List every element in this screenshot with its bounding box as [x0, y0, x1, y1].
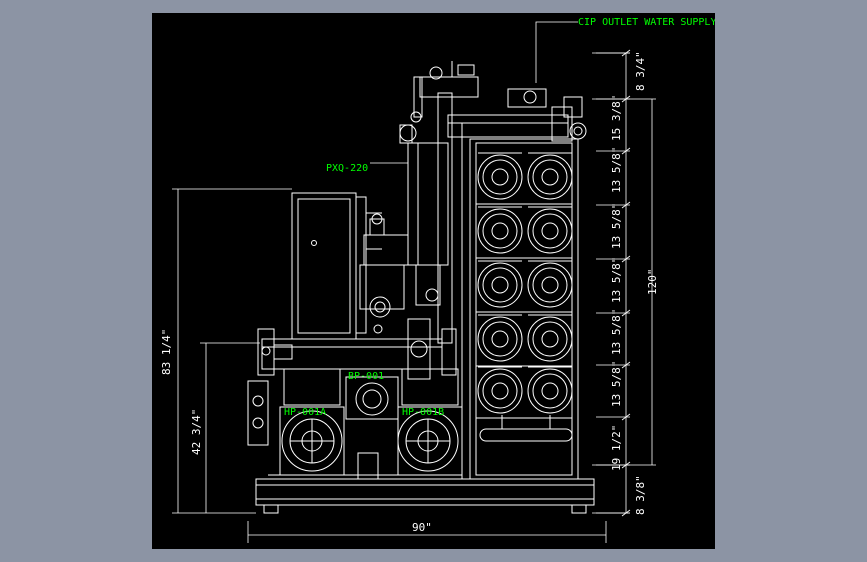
- membrane-vessel: [527, 206, 573, 254]
- dim-right-1: 15 3/8": [610, 95, 623, 141]
- discharge-header: [257, 318, 457, 380]
- dim-right-6: 13 5/8": [610, 361, 623, 407]
- hp-001a-label: HP-001A: [284, 407, 326, 418]
- dim-right-5: 13 5/8": [610, 309, 623, 355]
- ro-skid-elevation-drawing: CIP OUTLET WATER SUPPLY PXQ-220 HP-001A …: [160, 17, 715, 543]
- bottom-manifold: [479, 428, 573, 442]
- membrane-vessel: [527, 314, 573, 362]
- cip-outlet-label: CIP OUTLET WATER SUPPLY: [578, 17, 715, 28]
- membrane-rack: [461, 123, 579, 480]
- dim-right-0: 8 3/4": [634, 51, 647, 91]
- dim-left-upper: 83 1/4": [160, 329, 173, 375]
- membrane-vessel: [527, 260, 573, 308]
- membrane-vessels: [476, 152, 573, 419]
- pxq-220-label: PXQ-220: [326, 163, 368, 174]
- pxq-220-unit: [407, 142, 449, 266]
- pump-hp-001a: [247, 380, 345, 476]
- bp-001-label: BP-001: [348, 371, 384, 382]
- membrane-vessel: [527, 366, 573, 414]
- membrane-vessel: [477, 260, 523, 308]
- dim-right-8: 8 3/8": [634, 475, 647, 515]
- dim-right-4: 13 5/8": [610, 257, 623, 303]
- control-cabinet: [291, 192, 382, 340]
- dim-total-height: 120": [646, 269, 659, 296]
- membrane-vessel: [477, 366, 523, 414]
- membrane-vessel: [477, 314, 523, 362]
- membrane-vessel: [477, 152, 523, 200]
- dim-right-7: 19 1/2": [610, 425, 623, 471]
- pump-bp-001: [345, 376, 399, 480]
- membrane-vessel: [527, 152, 573, 200]
- hp-001b-label: HP-001B: [402, 407, 444, 418]
- dim-right-2: 13 5/8": [610, 147, 623, 193]
- dim-bottom-width: 90": [412, 521, 432, 534]
- dim-right-3: 13 5/8": [610, 203, 623, 249]
- top-manifold: [447, 114, 569, 138]
- cad-drawing-frame: CIP OUTLET WATER SUPPLY PXQ-220 HP-001A …: [152, 13, 715, 549]
- dim-left-lower: 42 3/4": [190, 409, 203, 455]
- base-skid: [255, 478, 595, 506]
- membrane-vessel: [477, 206, 523, 254]
